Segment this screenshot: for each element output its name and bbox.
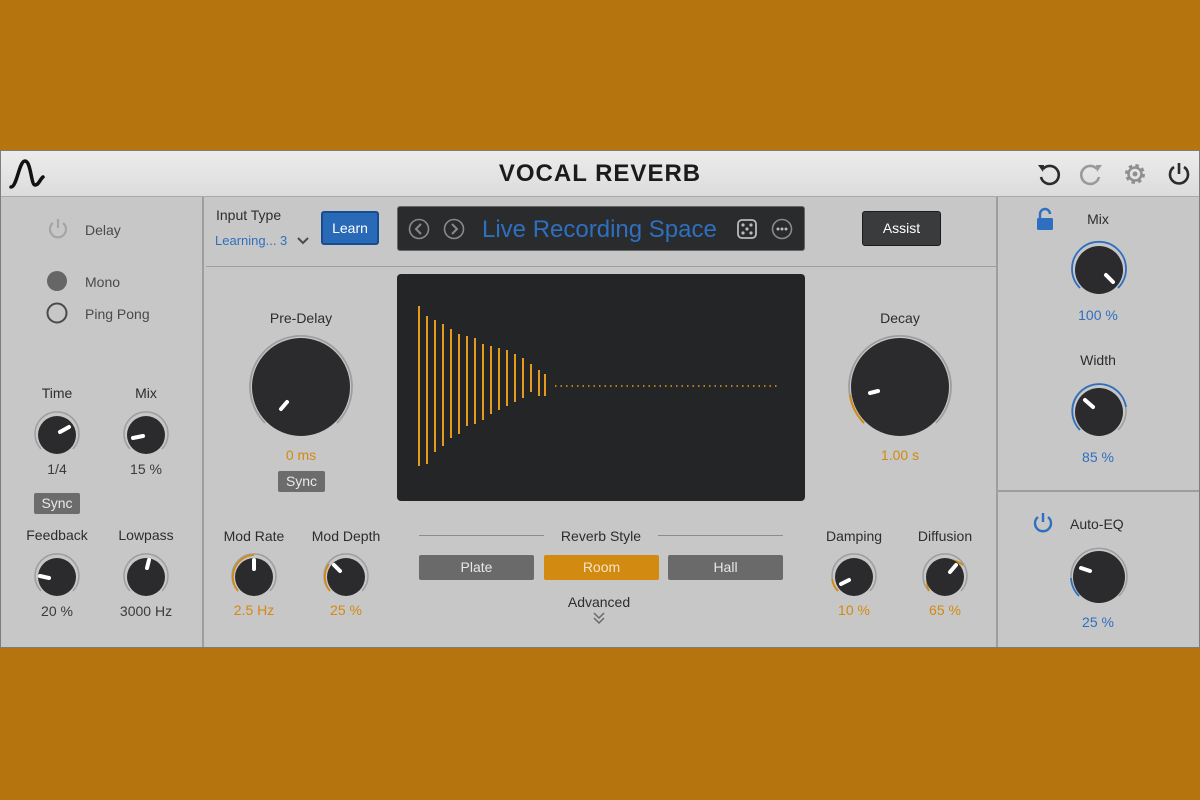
time-value: 1/4 [47, 461, 67, 477]
mono-radio[interactable] [46, 270, 68, 292]
power-icon[interactable] [1165, 160, 1193, 188]
time-sync-button[interactable]: Sync [34, 493, 80, 514]
auto-eq-power-icon[interactable] [1031, 511, 1055, 535]
style-plate-button[interactable]: Plate [419, 555, 534, 580]
style-room-button[interactable]: Room [544, 555, 659, 580]
gear-icon[interactable] [1121, 160, 1149, 188]
assist-button[interactable]: Assist [862, 211, 941, 246]
mod-depth-label: Mod Depth [311, 528, 381, 544]
pingpong-label: Ping Pong [85, 306, 150, 322]
lowpass-value: 3000 Hz [119, 603, 173, 619]
previous-preset-icon[interactable] [408, 218, 430, 240]
decay-waveform [418, 306, 779, 466]
redo-icon[interactable] [1077, 160, 1105, 188]
auto-eq-knob[interactable] [1062, 540, 1136, 614]
chevron-down-icon[interactable] [296, 235, 310, 247]
width-label: Width [1080, 352, 1116, 368]
preset-bar: Live Recording Space [397, 206, 805, 251]
diffusion-value: 65 % [929, 602, 961, 618]
predelay-knob[interactable] [241, 327, 361, 447]
pingpong-radio[interactable] [46, 302, 68, 324]
reverb-visualizer [397, 274, 805, 501]
diffusion-knob[interactable] [915, 547, 975, 607]
mod-rate-knob[interactable] [224, 547, 284, 607]
output-mix-value: 100 % [1078, 307, 1118, 323]
learn-button[interactable]: Learn [321, 211, 379, 245]
auto-eq-value: 25 % [1082, 614, 1114, 630]
damping-label: Damping [825, 528, 883, 544]
predelay-value: 0 ms [285, 447, 317, 463]
mod-rate-label: Mod Rate [223, 528, 285, 544]
output-mix-knob[interactable] [1064, 235, 1134, 305]
mod-depth-value: 25 % [330, 602, 362, 618]
next-preset-icon[interactable] [443, 218, 465, 240]
dice-icon[interactable] [736, 218, 758, 240]
lowpass-knob[interactable] [116, 547, 176, 607]
reverb-panel: Input Type Learning... 3 Learn Live Reco… [206, 197, 996, 647]
width-value: 85 % [1082, 449, 1114, 465]
reverb-style-label: Reverb Style [560, 528, 642, 544]
advanced-toggle[interactable]: Advanced [568, 594, 630, 610]
lowpass-label: Lowpass [118, 527, 174, 543]
delay-mix-value: 15 % [130, 461, 162, 477]
mod-rate-value: 2.5 Hz [233, 602, 275, 618]
decay-label: Decay [880, 310, 920, 326]
divider [998, 490, 1199, 492]
app-title: VOCAL REVERB [498, 160, 702, 187]
feedback-label: Feedback [26, 527, 88, 543]
damping-knob[interactable] [824, 547, 884, 607]
delay-mix-knob[interactable] [116, 405, 176, 465]
predelay-label: Pre-Delay [269, 310, 333, 326]
output-mix-label: Mix [1087, 211, 1109, 227]
preset-name[interactable]: Live Recording Space [482, 216, 717, 244]
lock-icon[interactable] [1034, 207, 1056, 231]
width-knob[interactable] [1064, 377, 1134, 447]
input-type-label: Input Type [216, 207, 282, 223]
double-chevron-down-icon[interactable] [592, 611, 606, 625]
decay-value: 1.00 s [880, 447, 920, 463]
more-options-icon[interactable] [771, 218, 793, 240]
title-bar: VOCAL REVERB [1, 151, 1199, 197]
delay-panel: Delay Mono Ping Pong Time 1/4 Sync Mix 1… [1, 197, 204, 647]
delay-mix-label: Mix [135, 385, 157, 401]
auto-eq-label: Auto-EQ [1070, 516, 1124, 532]
damping-value: 10 % [838, 602, 870, 618]
feedback-value: 20 % [41, 603, 73, 619]
input-type-select[interactable]: Learning... 3 [215, 233, 287, 248]
diffusion-label: Diffusion [917, 528, 973, 544]
undo-icon[interactable] [1035, 160, 1063, 188]
time-label: Time [41, 385, 73, 401]
delay-power-icon[interactable] [46, 217, 70, 241]
divider [658, 535, 783, 536]
mod-depth-knob[interactable] [316, 547, 376, 607]
time-knob[interactable] [27, 405, 87, 465]
feedback-knob[interactable] [27, 547, 87, 607]
predelay-sync-button[interactable]: Sync [278, 471, 325, 492]
decay-knob[interactable] [840, 327, 960, 447]
divider [419, 535, 544, 536]
mono-label: Mono [85, 274, 121, 290]
divider [206, 266, 996, 267]
delay-label: Delay [85, 222, 121, 238]
style-hall-button[interactable]: Hall [668, 555, 783, 580]
plugin-window: VOCAL REVERB Delay Mono Ping Pong Time 1… [0, 150, 1200, 648]
output-panel: Mix 100 % Width 85 % Auto-EQ 25 % [996, 197, 1199, 647]
